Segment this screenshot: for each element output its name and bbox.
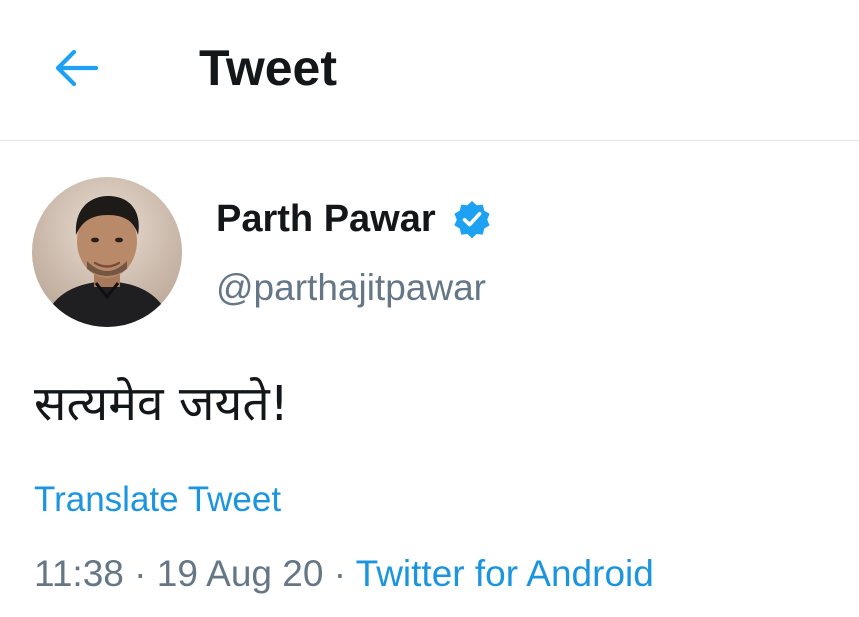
arrow-left-icon: [55, 49, 99, 87]
tweet-source-link[interactable]: Twitter for Android: [356, 553, 654, 594]
tweet-meta: 11:38 · 19 Aug 20 · Twitter for Android: [34, 551, 654, 597]
meta-separator: ·: [123, 553, 157, 594]
tweet-time: 11:38: [34, 553, 124, 594]
top-bar: Tweet: [0, 0, 859, 141]
meta-separator: ·: [323, 553, 356, 594]
verified-badge-icon: [454, 201, 490, 239]
page-title: Tweet: [199, 40, 337, 96]
tweet-text: सत्यमेव जयते!: [34, 376, 289, 432]
avatar[interactable]: [32, 177, 182, 327]
display-name[interactable]: Parth Pawar: [216, 196, 436, 242]
translate-tweet-link[interactable]: Translate Tweet: [34, 478, 281, 522]
back-button[interactable]: [46, 40, 106, 96]
avatar-photo: [32, 177, 182, 327]
tweet-date: 19 Aug 20: [156, 553, 324, 594]
user-handle[interactable]: @parthajitpawar: [216, 265, 486, 311]
